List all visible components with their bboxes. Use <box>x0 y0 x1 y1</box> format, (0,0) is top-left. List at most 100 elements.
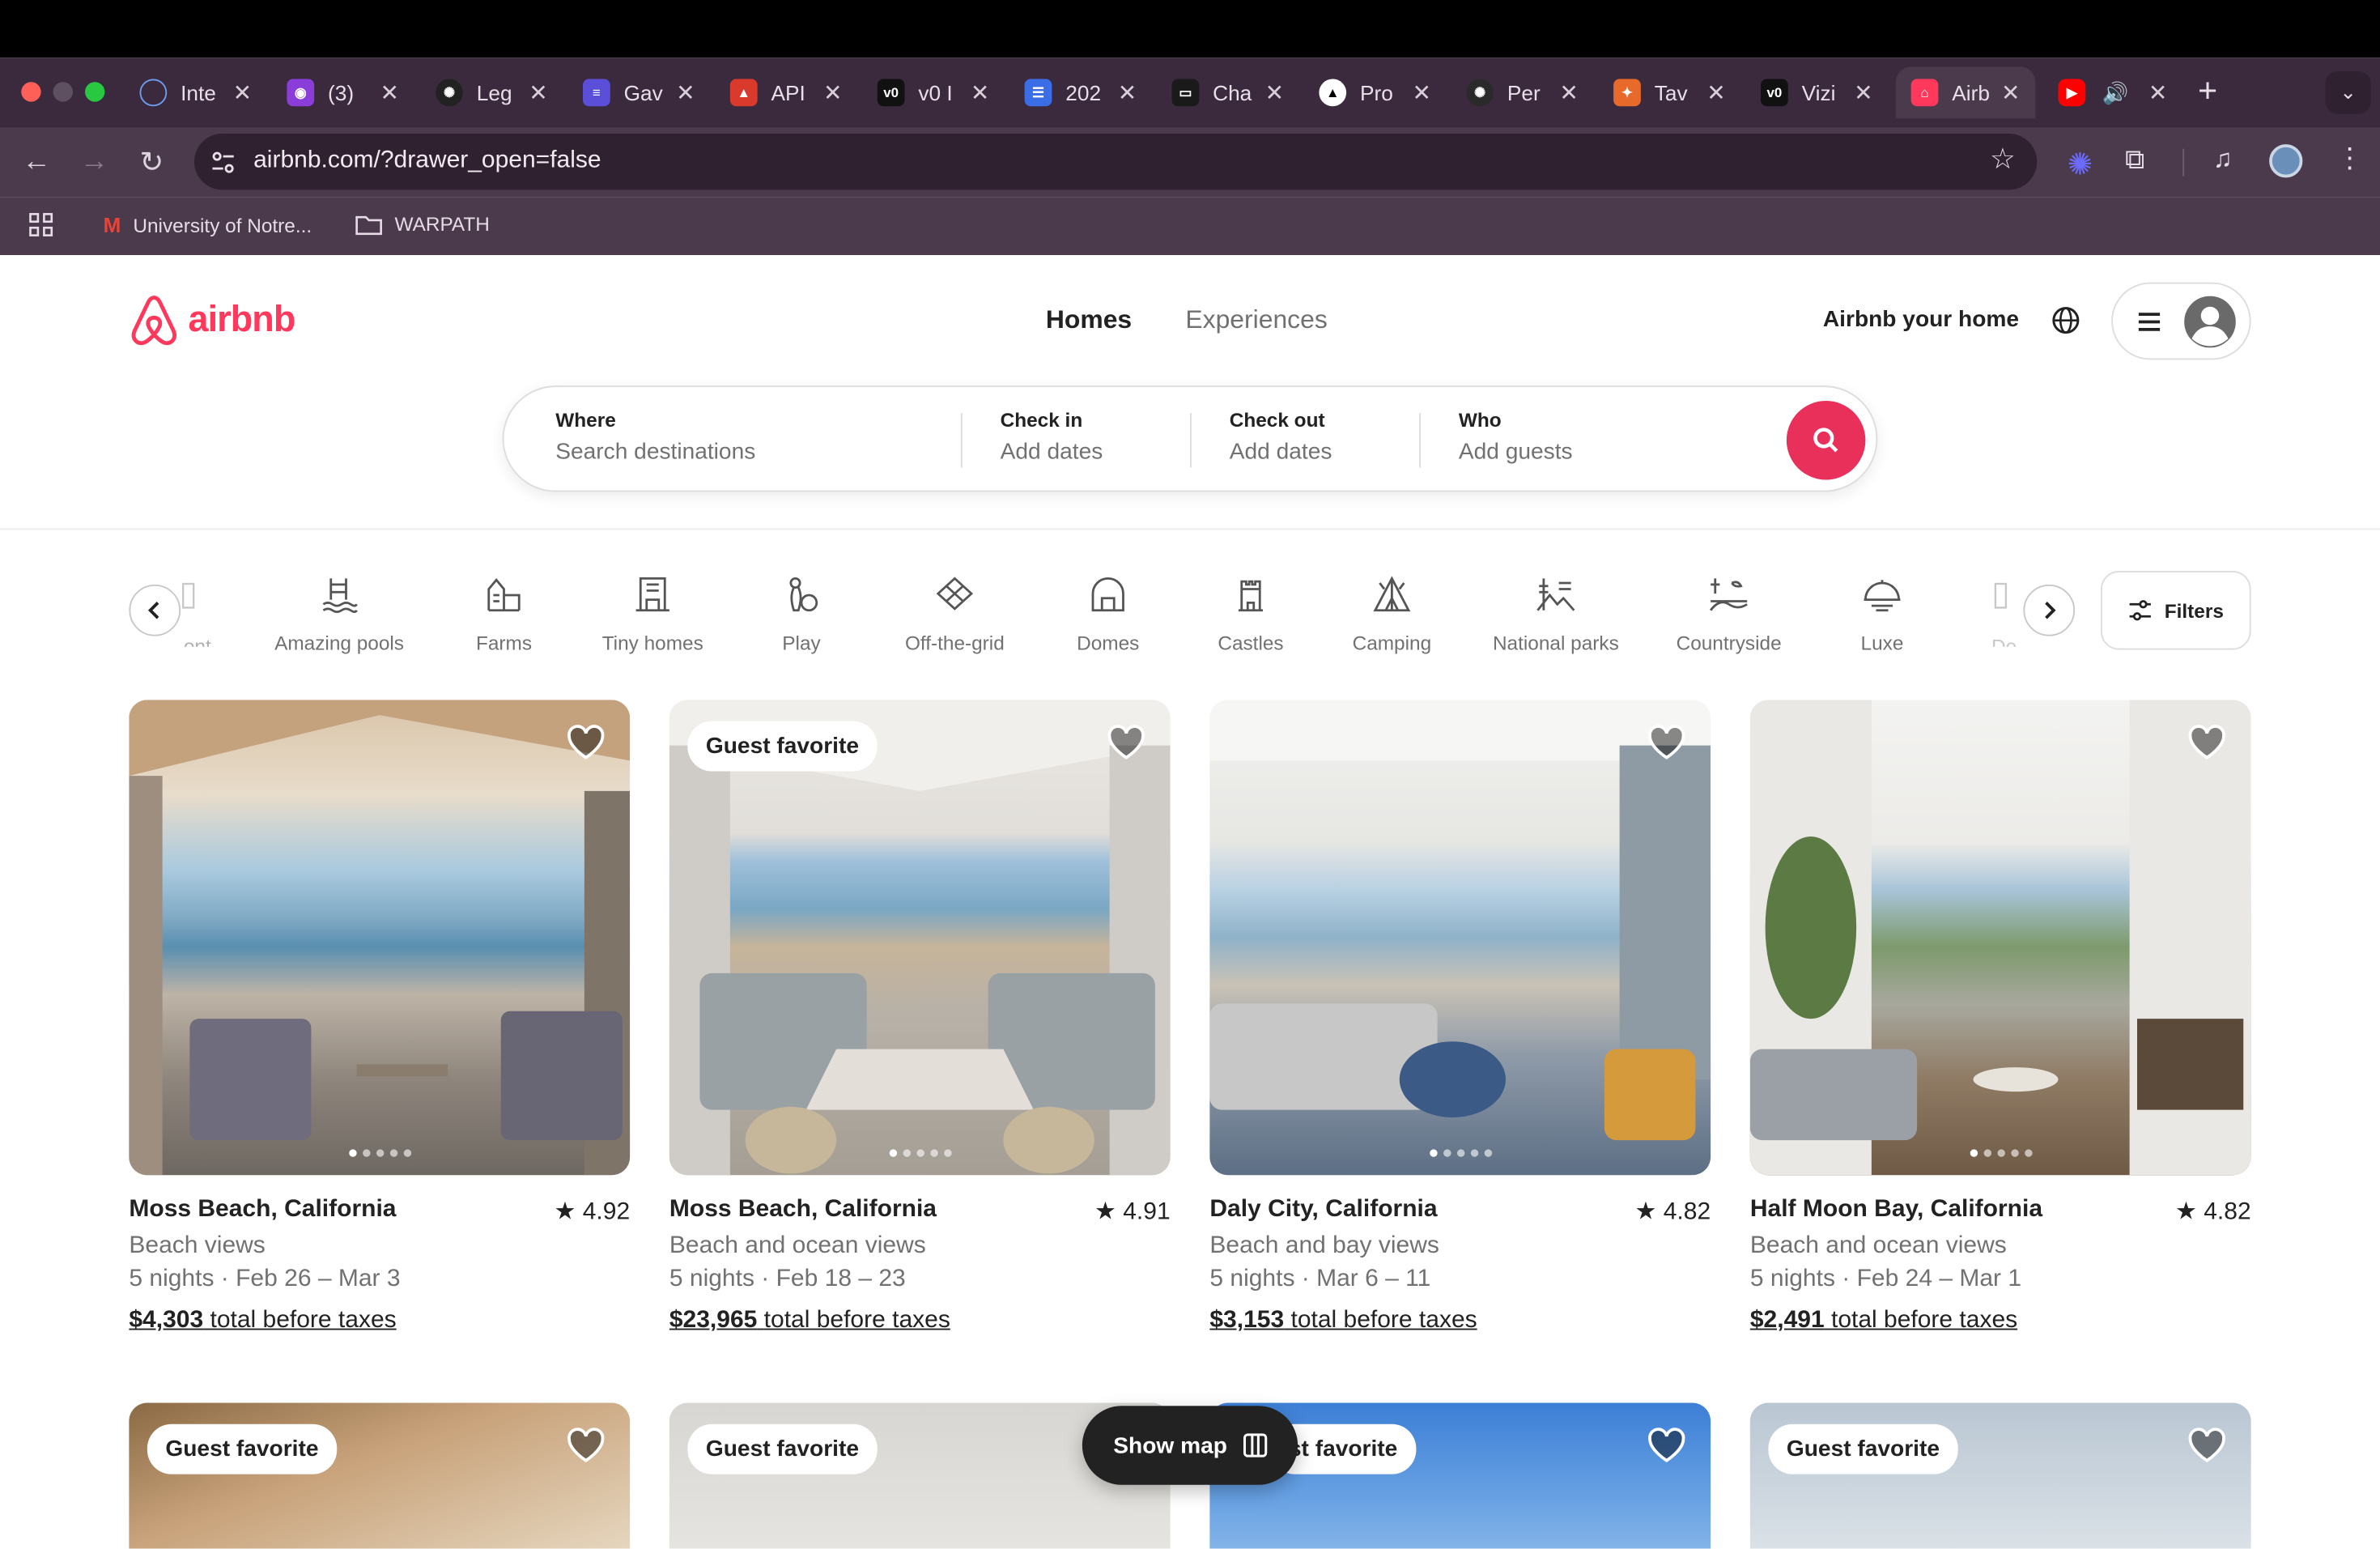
close-tab-icon[interactable]: ✕ <box>823 79 843 106</box>
check-out-field[interactable]: Check out Add dates <box>1230 408 1332 464</box>
close-window-button[interactable] <box>21 82 41 102</box>
who-field[interactable]: Who Add guests <box>1459 408 1573 464</box>
close-tab-icon[interactable]: ✕ <box>1265 79 1285 106</box>
browser-tab[interactable]: ✺ Leg ✕ <box>420 67 563 119</box>
bookmark-item[interactable]: M University of Notre... <box>104 213 312 237</box>
listing-card[interactable]: Guest favorite Moss Beach, California ★ 4… <box>669 700 1171 1334</box>
close-tab-icon[interactable]: ✕ <box>1854 79 1873 106</box>
favorite-heart-icon[interactable] <box>2187 1428 2227 1464</box>
category-partial-right[interactable]: ▯ De <box>1991 574 2022 647</box>
forward-icon[interactable]: → <box>74 143 114 182</box>
profile-avatar[interactable] <box>2269 144 2303 178</box>
listing-card[interactable]: Daly City, California ★ 4.82 Beach and ba… <box>1209 700 1711 1334</box>
browser-tab[interactable]: ▶ 🔊 ✕ <box>2043 67 2183 119</box>
extensions-puzzle-icon[interactable]: ⧉ <box>2125 144 2144 176</box>
user-menu-button[interactable] <box>2111 282 2251 360</box>
browser-tab[interactable]: ☰ 202 ✕ <box>1009 67 1152 119</box>
category-partial-left[interactable]: ▯ ont <box>179 574 219 647</box>
browser-tab[interactable]: Inte ✕ <box>125 67 267 119</box>
browser-tab[interactable]: v0 v0 I ✕ <box>862 67 1005 119</box>
browser-tab[interactable]: ✦ Tav ✕ <box>1598 67 1740 119</box>
category-countryside[interactable]: Countryside <box>1668 571 1790 654</box>
favorite-heart-icon[interactable] <box>566 724 606 760</box>
listing-photo[interactable]: Guest favorite <box>129 1402 631 1549</box>
listing-price[interactable]: $2,491 total before taxes <box>1750 1307 2251 1334</box>
favorite-heart-icon[interactable] <box>1647 1428 1686 1464</box>
category-domes[interactable]: Domes <box>1070 571 1146 654</box>
listing-photo[interactable]: Guest favorite <box>669 700 1171 1176</box>
listing-card[interactable]: Moss Beach, California ★ 4.92 Beach views… <box>129 700 631 1334</box>
browser-tab[interactable]: ≡ Gav ✕ <box>567 67 710 119</box>
listing-price[interactable]: $4,303 total before taxes <box>129 1307 630 1334</box>
new-tab-button[interactable]: + <box>2198 71 2217 111</box>
site-settings-icon[interactable] <box>210 149 237 177</box>
close-tab-icon[interactable]: ✕ <box>529 79 548 106</box>
media-control-icon[interactable]: ♫ <box>2213 144 2233 175</box>
browser-tab[interactable]: ✺ Per ✕ <box>1451 67 1594 119</box>
where-field[interactable]: Where Search destinations <box>555 408 755 464</box>
category-tiny-homes[interactable]: Tiny homes <box>597 571 709 654</box>
close-tab-icon[interactable]: ✕ <box>2148 79 2168 106</box>
category-castles[interactable]: Castles <box>1211 571 1290 654</box>
category-luxe[interactable]: Luxe <box>1852 571 1913 654</box>
close-tab-icon[interactable]: ✕ <box>1706 79 1726 106</box>
category-scroll-right-button[interactable] <box>2023 584 2076 636</box>
show-map-button[interactable]: Show map <box>1082 1406 1298 1485</box>
browser-tab[interactable]: ▭ Cha ✕ <box>1157 67 1299 119</box>
category-amazing-pools[interactable]: Amazing pools <box>267 571 411 654</box>
listing-photo[interactable]: Guest favorite <box>1749 1402 2251 1549</box>
browser-tab[interactable]: ◉ (3) ✕ <box>272 67 414 119</box>
close-tab-icon[interactable]: ✕ <box>2001 79 2021 106</box>
airbnb-logo[interactable]: airbnb <box>129 293 295 348</box>
bookmark-star-icon[interactable]: ☆ <box>1990 143 2016 177</box>
extension-icon[interactable]: ✺ <box>2068 146 2093 184</box>
browser-menu-icon[interactable]: ⋮ <box>2336 143 2364 174</box>
apps-grid-icon[interactable] <box>29 213 53 237</box>
close-tab-icon[interactable]: ✕ <box>1413 79 1432 106</box>
close-tab-icon[interactable]: ✕ <box>676 79 695 106</box>
category-camping[interactable]: Camping <box>1345 571 1439 654</box>
listing-photo[interactable] <box>1749 700 2251 1176</box>
category-play[interactable]: Play <box>771 571 832 654</box>
tab-search-button[interactable]: ⌄ <box>2325 71 2371 114</box>
listing-photo[interactable] <box>1209 700 1711 1176</box>
category-scroll-left-button[interactable] <box>129 584 181 636</box>
browser-tab[interactable]: ▲ Pro ✕ <box>1304 67 1447 119</box>
speaker-icon[interactable]: 🔊 <box>2102 79 2129 105</box>
check-in-field[interactable]: Check in Add dates <box>1001 408 1103 464</box>
listing-price[interactable]: $23,965 total before taxes <box>669 1307 1171 1334</box>
airbnb-your-home-link[interactable]: Airbnb your home <box>1823 307 2019 333</box>
browser-tab[interactable]: ▲ API ✕ <box>715 67 857 119</box>
address-bar[interactable]: airbnb.com/?drawer_open=false ☆ <box>194 134 2038 190</box>
nav-experiences[interactable]: Experiences <box>1185 305 1327 336</box>
listing-card[interactable]: Half Moon Bay, California ★ 4.82 Beach an… <box>1749 700 2251 1334</box>
search-button[interactable] <box>1786 401 1866 480</box>
back-icon[interactable]: ← <box>17 143 57 182</box>
browser-tab-active[interactable]: ⌂ Airb ✕ <box>1895 66 2036 119</box>
favorite-heart-icon[interactable] <box>2187 724 2227 760</box>
favorite-heart-icon[interactable] <box>1107 724 1146 760</box>
reload-icon[interactable]: ↻ <box>132 143 172 182</box>
nav-homes[interactable]: Homes <box>1046 305 1132 336</box>
favorite-heart-icon[interactable] <box>566 1428 606 1464</box>
browser-tab[interactable]: v0 Vizi ✕ <box>1745 67 1888 119</box>
category-national-parks[interactable]: National parks <box>1488 571 1625 654</box>
listing-photo[interactable] <box>129 700 631 1176</box>
filters-button[interactable]: Filters <box>2101 571 2251 650</box>
close-tab-icon[interactable]: ✕ <box>1118 79 1137 106</box>
favorite-heart-icon[interactable] <box>1647 724 1686 760</box>
category-farms[interactable]: Farms <box>456 571 553 654</box>
minimize-window-button[interactable] <box>53 82 73 102</box>
triangle-icon: ▲ <box>729 79 758 107</box>
bookmark-folder[interactable]: WARPATH <box>355 213 490 236</box>
listing-price[interactable]: $3,153 total before taxes <box>1209 1307 1711 1334</box>
destination-input[interactable]: Search destinations <box>555 439 755 465</box>
globe-language-icon[interactable] <box>2051 305 2081 336</box>
close-tab-icon[interactable]: ✕ <box>380 79 400 106</box>
close-tab-icon[interactable]: ✕ <box>1559 79 1579 106</box>
close-tab-icon[interactable]: ✕ <box>233 79 253 106</box>
listing-location: Moss Beach, California <box>129 1196 397 1223</box>
category-off-the-grid[interactable]: Off-the-grid <box>893 571 1018 654</box>
close-tab-icon[interactable]: ✕ <box>971 79 990 106</box>
maximize-window-button[interactable] <box>85 82 105 102</box>
